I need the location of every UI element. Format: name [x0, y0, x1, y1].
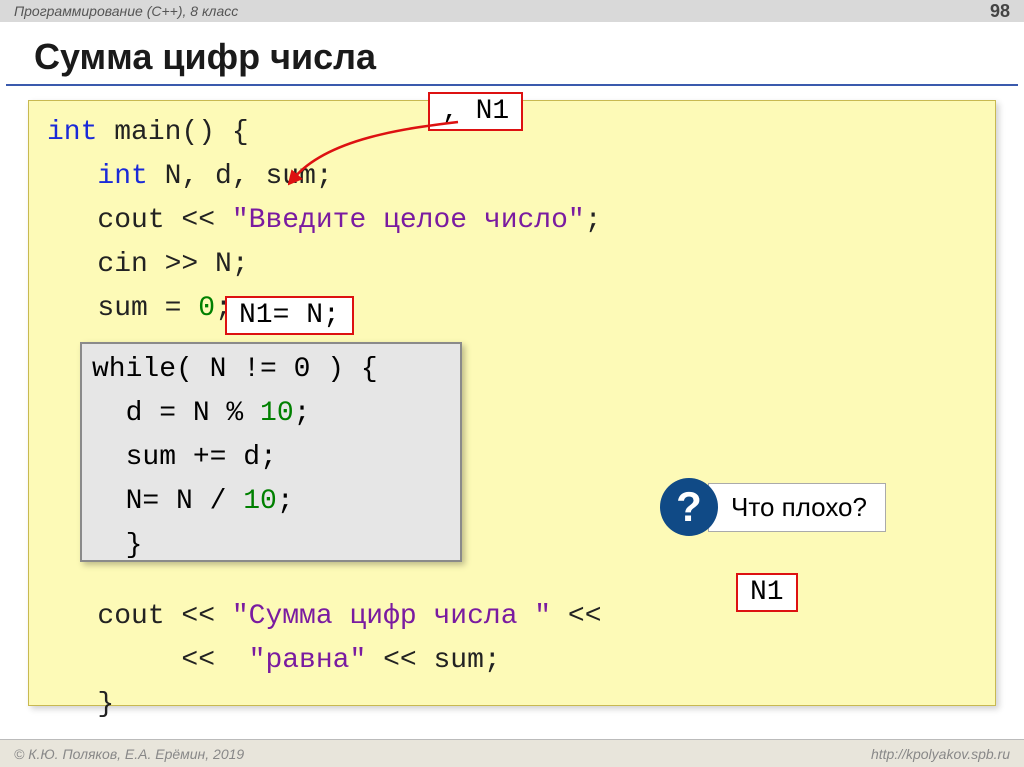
- string-literal: "Введите целое число": [232, 205, 585, 236]
- code-text: main() {: [97, 117, 248, 148]
- code-text: ;: [277, 486, 294, 517]
- code-text: cin >> N;: [47, 249, 249, 280]
- course-label: Программирование (C++), 8 класс: [14, 0, 238, 22]
- code-text: ;: [585, 205, 602, 236]
- code-text: sum += d;: [92, 442, 277, 473]
- kw-int: int: [47, 117, 97, 148]
- code-text: }: [47, 689, 114, 720]
- number-literal: 0: [198, 293, 215, 324]
- page-title: Сумма цифр числа: [6, 22, 1018, 86]
- code-text: <<: [47, 645, 232, 676]
- code-text: }: [92, 530, 142, 561]
- callout-top: , N1: [428, 92, 523, 131]
- code-text: d = N %: [92, 398, 260, 429]
- code-text: N= N /: [92, 486, 243, 517]
- code-text: sum =: [47, 293, 198, 324]
- callout-mid: N1= N;: [225, 296, 354, 335]
- number-literal: 10: [243, 486, 277, 517]
- code-text: cout <<: [47, 205, 232, 236]
- string-literal: "Сумма цифр числа ": [232, 601, 551, 632]
- question-callout: ? Что плохо?: [660, 478, 886, 536]
- question-text: Что плохо?: [708, 483, 886, 532]
- callout-bottom: N1: [736, 573, 798, 612]
- number-literal: 10: [260, 398, 294, 429]
- topbar: Программирование (C++), 8 класс 98: [0, 0, 1024, 22]
- slide: Программирование (C++), 8 класс 98 Сумма…: [0, 0, 1024, 767]
- copyright: © К.Ю. Поляков, Е.А. Ерёмин, 2019: [14, 740, 244, 767]
- while-box: while( N != 0 ) { d = N % 10; sum += d; …: [80, 342, 462, 562]
- string-literal: "равна": [232, 645, 366, 676]
- kw-int: int: [97, 161, 147, 192]
- code-text: << sum;: [366, 645, 500, 676]
- code-text: cout <<: [47, 601, 232, 632]
- footer-url: http://kpolyakov.spb.ru: [871, 740, 1010, 767]
- question-mark-icon: ?: [660, 478, 718, 536]
- code-text: N, d, sum;: [148, 161, 333, 192]
- code-text: <<: [551, 601, 601, 632]
- footer: © К.Ю. Поляков, Е.А. Ерёмин, 2019 http:/…: [0, 739, 1024, 767]
- page-number: 98: [990, 0, 1010, 22]
- code-text: ;: [294, 398, 311, 429]
- code-text: while( N != 0 ) {: [92, 354, 378, 385]
